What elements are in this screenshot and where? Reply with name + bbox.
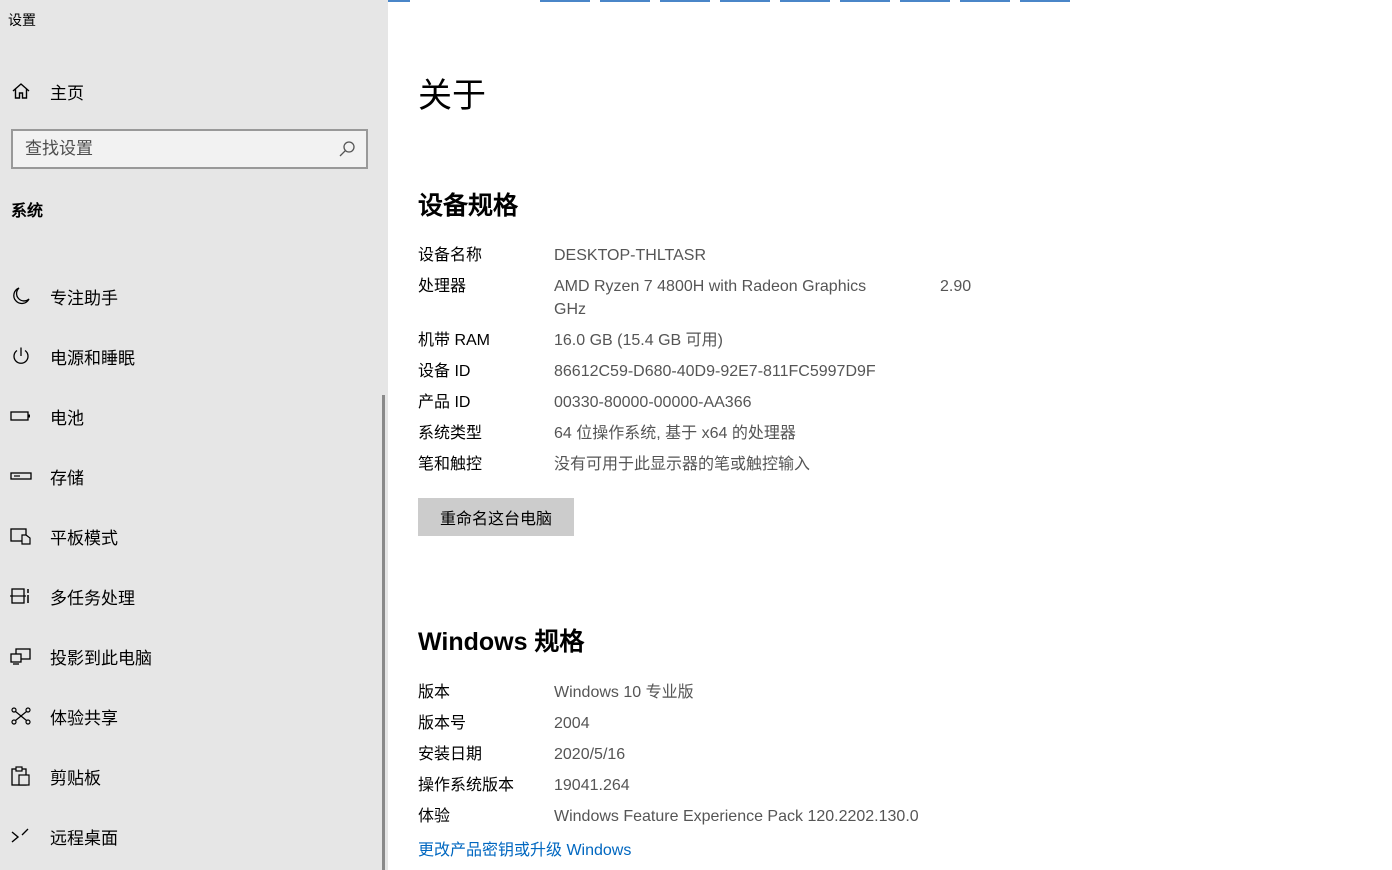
spec-label: 安装日期: [418, 746, 483, 763]
sidebar-item-shared-experiences[interactable]: 体验共享: [0, 686, 380, 746]
clipboard-icon: [10, 765, 32, 787]
sidebar-item-power-sleep[interactable]: 电源和睡眠: [0, 326, 380, 386]
moon-icon: [10, 285, 32, 307]
spec-value: Windows 10 专业版: [554, 684, 694, 701]
spec-label: 体验: [418, 808, 451, 825]
spec-row-device-name: 设备名称 DESKTOP-THLTASR: [418, 244, 1118, 267]
spec-row-version: 版本号 2004: [418, 712, 1118, 735]
spec-row-processor: 处理器 AMD Ryzen 7 4800H with Radeon Graphi…: [418, 275, 1118, 321]
spec-row-ram: 机带 RAM 16.0 GB (15.4 GB 可用): [418, 329, 1118, 352]
spec-label: 机带 RAM: [418, 332, 491, 349]
search-input[interactable]: [25, 139, 325, 159]
search-icon[interactable]: [338, 140, 356, 158]
sidebar: 设置 主页 系统 专注助手 电源和睡眠 电池: [0, 0, 388, 870]
spec-label: 笔和触控: [418, 456, 483, 473]
sidebar-item-label: 剪贴板: [50, 768, 101, 788]
spec-label: 系统类型: [418, 425, 483, 442]
app-title: 设置: [8, 12, 36, 28]
sidebar-item-battery[interactable]: 电池: [0, 386, 380, 446]
sidebar-item-label: 投影到此电脑: [50, 648, 152, 668]
tablet-mode-icon: [10, 525, 32, 547]
sidebar-item-home[interactable]: 主页: [0, 72, 388, 110]
sidebar-item-tablet-mode[interactable]: 平板模式: [0, 506, 380, 566]
nav-list: 专注助手 电源和睡眠 电池 存储 平板模式 多任务处理 投影到此电脑 体验共享 …: [0, 266, 380, 866]
spec-label: 处理器: [418, 278, 467, 295]
rename-pc-button[interactable]: 重命名这台电脑: [418, 498, 574, 536]
sidebar-item-storage[interactable]: 存储: [0, 446, 380, 506]
spec-row-os-build: 操作系统版本 19041.264: [418, 774, 1118, 797]
sidebar-item-remote-desktop[interactable]: 远程桌面: [0, 806, 380, 866]
storage-icon: [10, 465, 32, 487]
device-specs-heading: 设备规格: [418, 192, 519, 220]
spec-value: 00330-80000-00000-AA366: [554, 394, 752, 411]
processor-frequency: 2.90: [940, 278, 972, 295]
remote-desktop-icon: [10, 825, 32, 847]
sidebar-item-label: 主页: [50, 83, 84, 103]
spec-label: 设备 ID: [418, 363, 471, 380]
spec-row-edition: 版本 Windows 10 专业版: [418, 681, 1118, 704]
spec-value: 2020/5/16: [554, 746, 626, 763]
spec-row-install-date: 安装日期 2020/5/16: [418, 743, 1118, 766]
spec-label: 设备名称: [418, 247, 483, 264]
search-box: [11, 129, 368, 169]
spec-value: 16.0 GB (15.4 GB 可用): [554, 332, 723, 349]
project-icon: [10, 645, 32, 667]
shared-experience-icon: [10, 705, 32, 727]
spec-label: 产品 ID: [418, 394, 471, 411]
spec-value: AMD Ryzen 7 4800H with Radeon Graphics G…: [554, 278, 867, 318]
spec-row-product-id: 产品 ID 00330-80000-00000-AA366: [418, 391, 1118, 414]
sidebar-item-label: 远程桌面: [50, 828, 118, 848]
spec-row-device-id: 设备 ID 86612C59-D680-40D9-92E7-811FC5997D…: [418, 360, 1118, 383]
spec-row-experience: 体验 Windows Feature Experience Pack 120.2…: [418, 805, 1118, 828]
multitasking-icon: [10, 585, 32, 607]
sidebar-scrollbar[interactable]: [382, 395, 385, 870]
main-content: 关于 设备规格 设备名称 DESKTOP-THLTASR 处理器 AMD Ryz…: [418, 0, 1378, 870]
power-icon: [10, 345, 32, 367]
sidebar-item-label: 电池: [50, 408, 84, 428]
spec-label: 版本: [418, 684, 451, 701]
sidebar-item-label: 存储: [50, 468, 84, 488]
sidebar-item-label: 多任务处理: [50, 588, 135, 608]
sidebar-item-clipboard[interactable]: 剪贴板: [0, 746, 380, 806]
spec-value: 86612C59-D680-40D9-92E7-811FC5997D9F: [554, 363, 876, 380]
spec-label: 操作系统版本: [418, 777, 515, 794]
windows-specs-heading: Windows 规格: [418, 628, 585, 656]
sidebar-item-label: 体验共享: [50, 708, 118, 728]
change-product-key-link[interactable]: 更改产品密钥或升级 Windows: [418, 836, 631, 860]
spec-row-pen-touch: 笔和触控 没有可用于此显示器的笔或触控输入: [418, 453, 1118, 476]
spec-value: Windows Feature Experience Pack 120.2202…: [554, 808, 919, 825]
battery-icon: [10, 405, 32, 427]
sidebar-item-multitasking[interactable]: 多任务处理: [0, 566, 380, 626]
spec-value: 64 位操作系统, 基于 x64 的处理器: [554, 425, 796, 442]
spec-label: 版本号: [418, 715, 467, 732]
spec-value: 2004: [554, 715, 590, 732]
sidebar-item-label: 电源和睡眠: [50, 348, 135, 368]
section-title: 系统: [11, 203, 44, 220]
spec-value: 19041.264: [554, 777, 630, 794]
spec-value: 没有可用于此显示器的笔或触控输入: [554, 456, 811, 473]
page-title: 关于: [418, 77, 486, 115]
home-icon: [10, 80, 32, 102]
sidebar-item-project[interactable]: 投影到此电脑: [0, 626, 380, 686]
sidebar-item-focus-assist[interactable]: 专注助手: [0, 266, 380, 326]
sidebar-item-label: 专注助手: [50, 288, 118, 308]
spec-value: DESKTOP-THLTASR: [554, 247, 707, 264]
sidebar-item-label: 平板模式: [50, 528, 118, 548]
spec-row-system-type: 系统类型 64 位操作系统, 基于 x64 的处理器: [418, 422, 1118, 445]
